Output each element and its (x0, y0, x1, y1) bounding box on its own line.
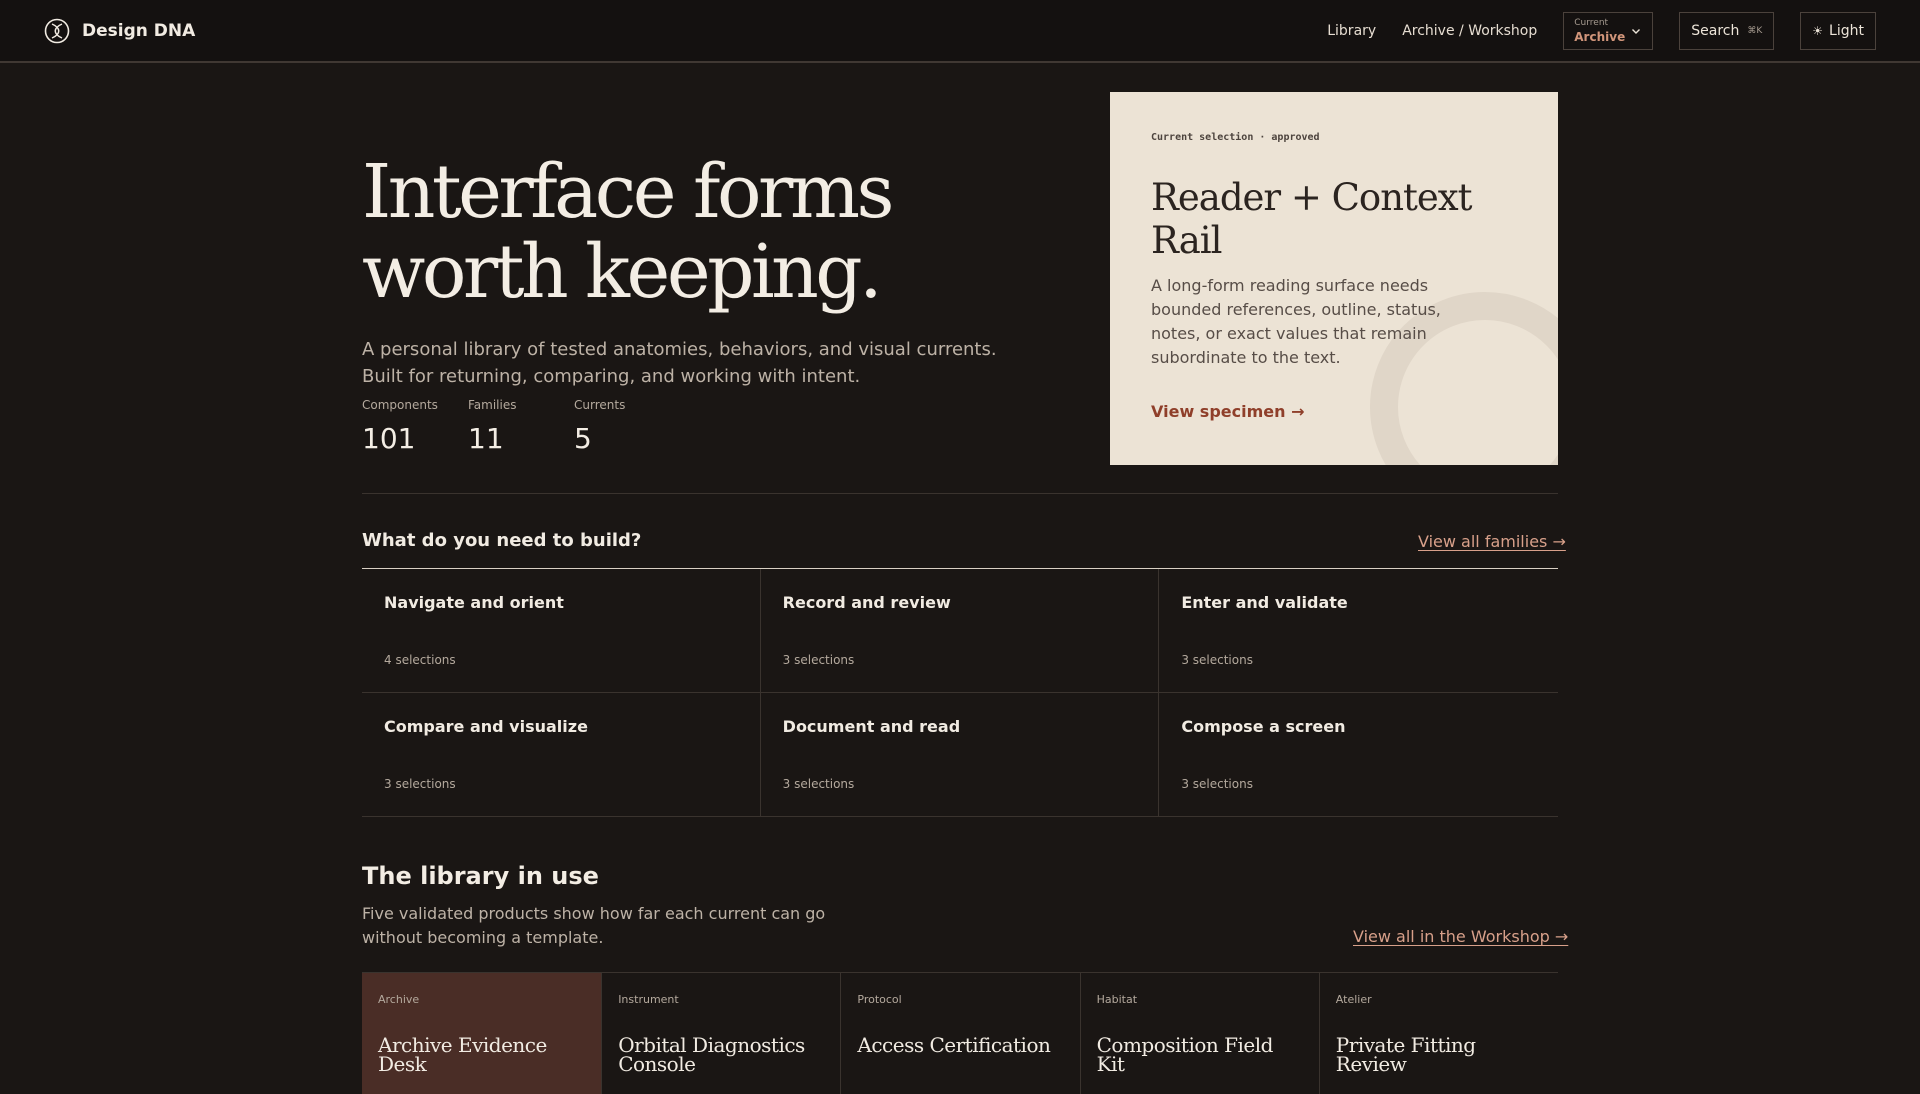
product-current: Protocol (857, 993, 902, 1006)
search-button-label: Search (1691, 22, 1740, 39)
stats-row: Components 101 Families 11 Currents 5 (362, 398, 680, 455)
search-shortcut: ⌘K (1747, 25, 1763, 36)
hero-description: A personal library of tested anatomies, … (362, 339, 997, 387)
product-current: Atelier (1335, 993, 1372, 1006)
current-select-caption: Current (1574, 17, 1609, 28)
brand[interactable]: Design DNA (44, 18, 195, 44)
nav-link-archive-workshop[interactable]: Archive / Workshop (1402, 23, 1537, 39)
brand-name: Design DNA (82, 20, 196, 41)
family-card-document[interactable]: Document and read 3 selections (760, 693, 1160, 817)
stat-value: 101 (362, 422, 416, 455)
product-card-habitat[interactable]: Habitat Composition Field Kit (1079, 973, 1319, 1094)
product-card-archive[interactable]: Archive Archive Evidence Desk (362, 973, 602, 1094)
hero-title: Interface forms worth keeping. (362, 149, 895, 315)
stat-label: Currents (574, 398, 626, 412)
current-select-value: Archive (1574, 29, 1626, 44)
library-section-title: The library in use (362, 862, 599, 890)
product-current: Habitat (1096, 993, 1138, 1006)
product-card-atelier[interactable]: Atelier Private Fitting Review (1318, 973, 1558, 1094)
top-bar: Design DNA Library Archive / Workshop Cu… (0, 0, 1920, 63)
stat-label: Components (362, 398, 438, 412)
main-nav: Library Archive / Workshop Current Archi… (1327, 11, 1876, 50)
family-card-count: 4 selections (384, 653, 456, 667)
product-name: Private Fitting Review (1335, 1033, 1476, 1076)
product-name: Access Certification (857, 1033, 1051, 1057)
family-card-count: 3 selections (1181, 653, 1253, 667)
product-card-protocol[interactable]: Protocol Access Certification (840, 973, 1079, 1094)
product-name: Composition Field Kit (1096, 1033, 1274, 1076)
family-card-compose[interactable]: Compose a screen 3 selections (1159, 693, 1558, 817)
featured-selection-card: Current selection · approved Reader + Co… (1110, 92, 1558, 465)
family-card-count: 3 selections (782, 653, 855, 667)
sun-icon: ☀ (1812, 23, 1824, 38)
stat-components: Components 101 (362, 398, 468, 455)
product-card-instrument[interactable]: Instrument Orbital Diagnostics Console (601, 973, 840, 1094)
stat-label: Families (468, 398, 517, 412)
family-card-title: Compose a screen (1181, 717, 1346, 736)
library-section-description: Five validated products show how far eac… (362, 904, 826, 947)
family-card-title: Compare and visualize (384, 717, 588, 736)
product-strip: Archive Archive Evidence Desk Instrument… (362, 972, 1558, 1094)
design-dna-logo-icon (44, 18, 70, 43)
feature-description: A long-form reading surface needs bounde… (1151, 276, 1441, 367)
chevron-down-icon (1632, 28, 1641, 34)
stat-currents: Currents 5 (574, 398, 680, 455)
feature-title: Reader + Context Rail (1151, 176, 1473, 262)
build-section-heading: What do you need to build? (362, 530, 642, 551)
family-card-compare[interactable]: Compare and visualize 3 selections (362, 693, 761, 817)
family-card-record[interactable]: Record and review 3 selections (760, 569, 1160, 693)
view-all-families-link[interactable]: View all families → (1418, 532, 1566, 551)
family-card-title: Document and read (782, 717, 961, 736)
family-card-navigate[interactable]: Navigate and orient 4 selections (362, 569, 761, 693)
feature-kicker: Current selection · approved (1151, 132, 1320, 143)
stat-value: 11 (468, 422, 504, 455)
search-button[interactable]: Search ⌘K (1679, 11, 1775, 50)
family-grid: Navigate and orient 4 selections Record … (362, 568, 1558, 817)
product-current: Archive (378, 993, 420, 1006)
family-card-count: 3 selections (384, 777, 456, 791)
theme-toggle-button[interactable]: ☀ Light (1800, 11, 1876, 50)
family-card-title: Enter and validate (1181, 593, 1348, 612)
product-name: Orbital Diagnostics Console (618, 1033, 805, 1076)
current-select[interactable]: Current Archive (1563, 11, 1654, 50)
family-card-title: Navigate and orient (384, 593, 564, 612)
product-name: Archive Evidence Desk (378, 1033, 547, 1076)
product-current: Instrument (618, 993, 679, 1006)
family-card-title: Record and review (782, 593, 951, 612)
stat-value: 5 (574, 422, 592, 455)
theme-toggle-label: Light (1829, 22, 1864, 39)
stat-families: Families 11 (468, 398, 574, 455)
view-specimen-link[interactable]: View specimen → (1151, 402, 1304, 421)
family-card-enter[interactable]: Enter and validate 3 selections (1159, 569, 1558, 693)
view-all-workshop-link[interactable]: View all in the Workshop → (1353, 927, 1568, 946)
section-divider (362, 493, 1558, 494)
family-card-count: 3 selections (1181, 777, 1253, 791)
family-card-count: 3 selections (782, 777, 855, 791)
nav-link-library[interactable]: Library (1327, 23, 1376, 39)
